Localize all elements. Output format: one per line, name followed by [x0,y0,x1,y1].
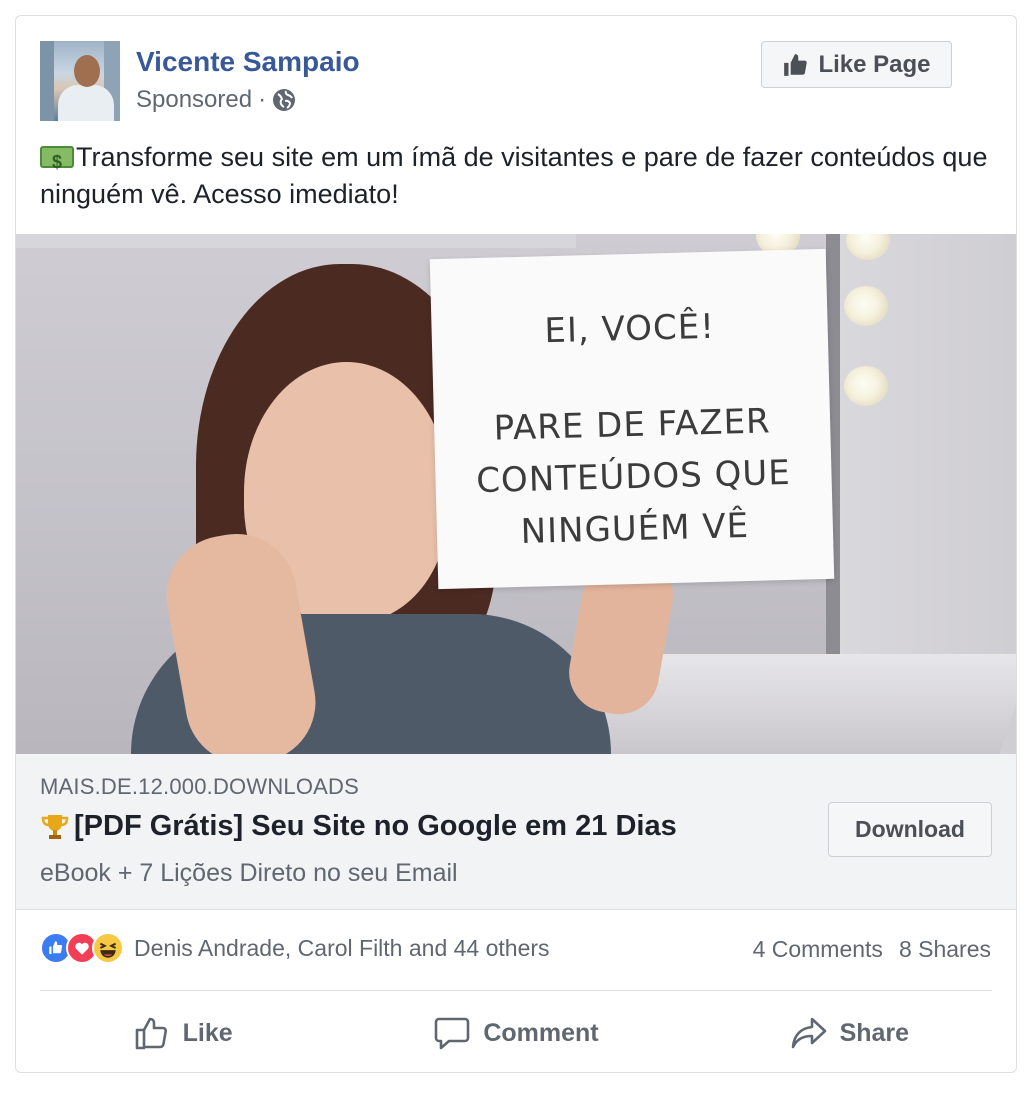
share-action-label: Share [839,1018,910,1047]
meta-separator: · [258,86,267,113]
trophy-icon [41,814,69,839]
link-title-text: [PDF Grátis] Seu Site no Google em 21 Di… [74,810,677,842]
sponsored-meta: Sponsored · [136,86,296,114]
link-description: eBook + 7 Lições Direto no seu Email [40,859,458,887]
post-text: Transforme seu site em um ímã de visitan… [40,139,990,213]
reaction-names[interactable]: Denis Andrade, Carol Filth and 44 others [134,935,550,962]
ad-image[interactable]: EI, VOCÊ! PARE DE FAZER CONTEÚDOS QUE NI… [16,234,1016,754]
comment-action-button[interactable]: Comment [349,1000,682,1066]
thumbs-up-outline-icon [135,1017,167,1050]
page-avatar[interactable] [40,41,120,121]
sign-line-1: EI, VOCÊ! [543,306,716,352]
share-arrow-icon [791,1017,826,1049]
post-text-content: Transforme seu site em um ímã de visitan… [40,142,988,209]
globe-icon [272,88,296,112]
shares-count[interactable]: 8 Shares [899,936,991,963]
link-preview[interactable]: MAIS.DE.12.000.DOWNLOADS [PDF Grátis] Se… [16,754,1016,910]
share-action-button[interactable]: Share [683,1000,1016,1066]
like-action-button[interactable]: Like [16,1000,349,1066]
download-button[interactable]: Download [828,802,992,857]
post-actions: Like Comment Share [16,1000,1016,1066]
like-page-button[interactable]: Like Page [761,41,952,88]
like-action-label: Like [182,1018,233,1047]
comment-action-label: Comment [483,1018,599,1047]
sign-line-2: PARE DE FAZER CONTEÚDOS QUE NINGUÉM VÊ [475,401,792,552]
actions-divider [40,990,992,991]
like-page-label: Like Page [818,50,931,78]
sponsored-post-card: Vicente Sampaio Sponsored · Like Page Tr… [15,15,1017,1073]
haha-reaction-icon [92,932,124,964]
page-name-link[interactable]: Vicente Sampaio [136,46,360,78]
sponsored-label[interactable]: Sponsored [136,86,252,114]
link-domain: MAIS.DE.12.000.DOWNLOADS [40,774,360,799]
reactions-summary[interactable]: Denis Andrade, Carol Filth and 44 others [40,932,550,964]
comments-count[interactable]: 4 Comments [753,936,883,963]
link-title: [PDF Grátis] Seu Site no Google em 21 Di… [40,810,677,843]
comment-bubble-icon [435,1017,470,1050]
thumbs-up-icon [784,53,808,76]
money-bill-icon [40,144,74,181]
engagement-counts: 4 Comments 8 Shares [753,936,991,963]
held-sign: EI, VOCÊ! PARE DE FAZER CONTEÚDOS QUE NI… [429,248,835,590]
